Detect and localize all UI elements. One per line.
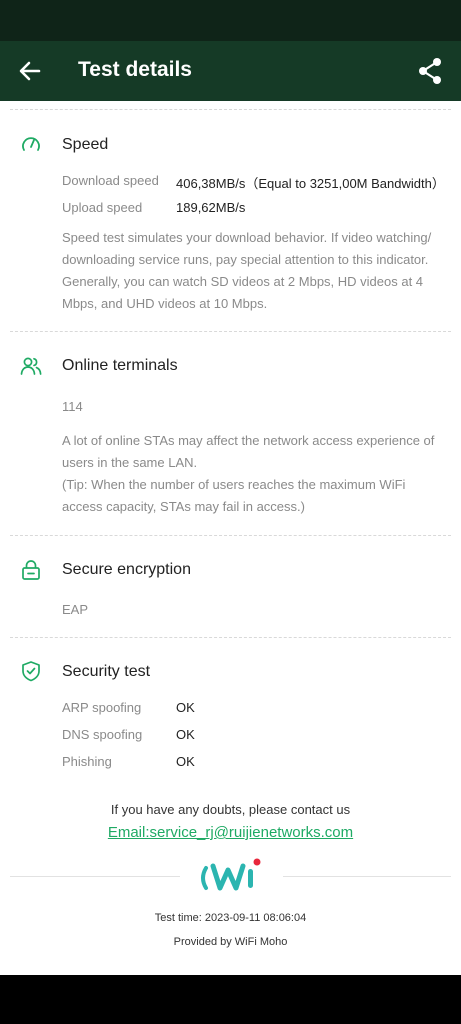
download-speed-label: Download speed [62,173,159,188]
speed-description: Speed test simulates your download behav… [62,230,432,311]
encryption-section-title: Secure encryption [62,561,191,578]
share-button[interactable] [414,55,446,87]
terminals-tip: (Tip: When the number of users reaches t… [62,477,406,514]
divider [10,535,451,536]
divider [10,876,180,877]
page-title: Test details [78,58,192,81]
terminals-count: 114 [62,399,83,414]
arp-spoofing-label: ARP spoofing [62,700,142,715]
dns-spoofing-label: DNS spoofing [62,727,143,742]
encryption-value: EAP [62,602,89,617]
content-area: Speed Download speed 406,38MB/s（Equal to… [0,101,461,975]
divider [10,109,451,110]
speed-section-title: Speed [62,136,109,153]
arrow-left-icon [19,61,41,81]
shield-check-icon [22,661,40,682]
divider [10,637,451,638]
test-time: Test time: 2023-09-11 08:06:04 [154,912,307,924]
speedometer-icon [22,137,40,151]
upload-speed-value: 189,62MB/s [176,200,246,215]
dns-spoofing-value: OK [176,727,195,742]
share-icon [419,58,441,84]
upload-speed-label: Upload speed [62,200,143,215]
divider [10,331,451,332]
back-button[interactable] [14,55,46,87]
provided-by: Provided by WiFi Moho [173,936,288,948]
divider [283,876,451,877]
lock-icon [22,560,40,580]
security-section-title: Security test [62,663,151,680]
terminals-description: A lot of online STAs may affect the netw… [62,433,435,470]
email-link[interactable]: Email:service_rj@ruijienetworks.com [0,824,461,841]
phishing-label: Phishing [62,754,112,769]
contact-text: If you have any doubts, please contact u… [110,802,351,817]
navigation-bar [0,975,461,1024]
terminals-section-title: Online terminals [62,357,178,374]
arp-spoofing-value: OK [176,700,195,715]
phishing-value: OK [176,754,195,769]
users-icon [20,357,42,375]
download-speed-value: 406,38MB/s（Equal to 3251,00M Bandwidth） [176,176,445,191]
app-bar: Test details [0,41,461,101]
wifi-moho-logo [201,858,261,891]
status-bar [0,0,461,41]
